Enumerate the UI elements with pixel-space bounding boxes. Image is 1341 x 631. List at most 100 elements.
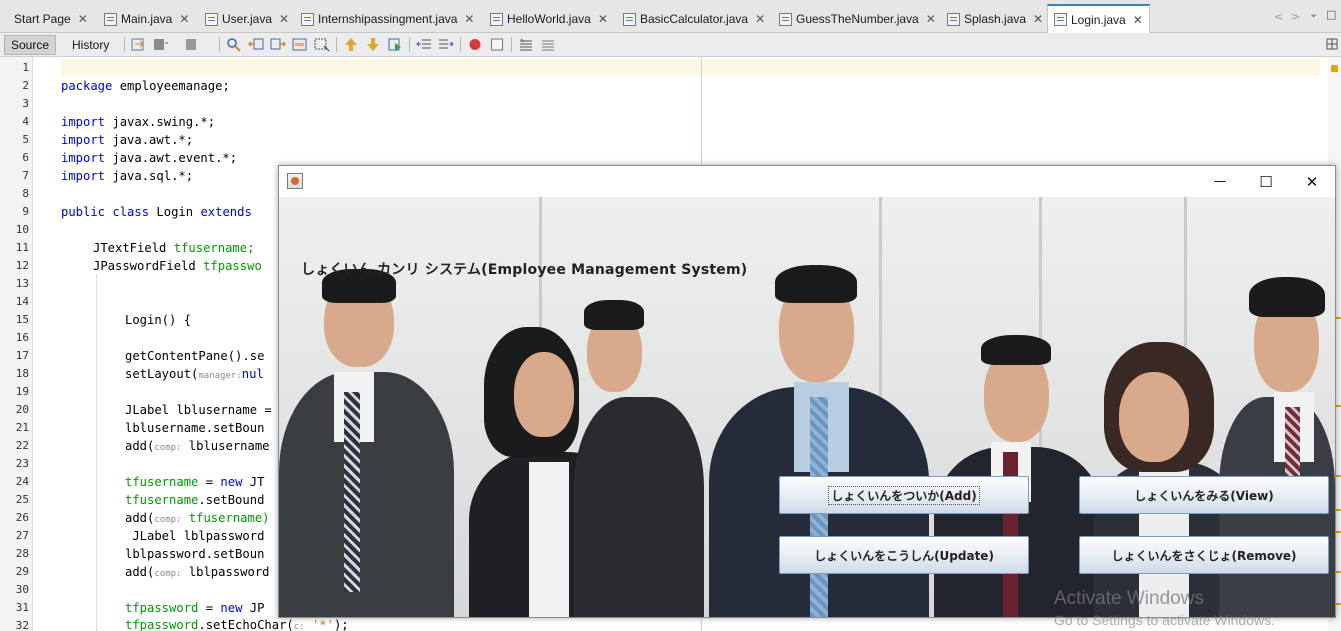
toolbar-separator (336, 37, 337, 52)
tab-basiccalculator-java[interactable]: BasicCalculator.java ✕ (617, 6, 771, 32)
tab-user-java[interactable]: User.java ✕ (199, 6, 295, 32)
close-button[interactable]: ✕ (1289, 166, 1335, 197)
tab-close-icon[interactable]: ✕ (598, 12, 608, 26)
parameter-hint: comp: (154, 443, 182, 453)
java-run-file-icon (947, 12, 960, 26)
tab-login-java[interactable]: Login.java ✕ (1047, 4, 1150, 33)
code-text: = (205, 601, 221, 615)
code-text: ); (333, 618, 349, 631)
code-line-12: JPasswordField tfpasswo (93, 259, 262, 273)
code-field: tfusername) (188, 511, 270, 525)
toolbar-separator (219, 37, 220, 52)
add-button-label: しょくいんをついか(Add) (828, 485, 980, 505)
code-keyword: nul (241, 367, 264, 381)
find-icon[interactable] (226, 37, 242, 52)
line-number: 27 (15, 529, 29, 542)
tab-start-page[interactable]: Start Page ✕ (8, 6, 94, 32)
code-field: tfusername; (173, 241, 255, 255)
window-title-bar[interactable]: — ☐ ✕ (279, 166, 1335, 197)
toolbar-separator (409, 37, 410, 52)
code-string: '*' (311, 618, 334, 631)
toggle-bookmark-icon[interactable] (387, 37, 403, 52)
tab-label: Login.java (1071, 12, 1126, 27)
java-file-icon (104, 12, 117, 26)
tab-close-icon[interactable]: ✕ (1033, 12, 1043, 26)
code-line-22: add(comp: lblusername (125, 439, 270, 453)
previous-bookmark-icon[interactable] (343, 37, 359, 52)
code-field: tfusername (125, 475, 199, 489)
line-number: 3 (22, 97, 29, 110)
toggle-rectangular-selection-icon[interactable] (314, 37, 330, 52)
next-bookmark-icon[interactable] (365, 37, 381, 52)
uncomment-icon[interactable] (540, 37, 556, 52)
shift-line-right-icon[interactable] (438, 37, 454, 52)
forward-icon[interactable] (185, 37, 201, 52)
activate-windows-hint: Go to Settings to activate Windows. (1054, 612, 1275, 628)
toolbar-separator (124, 37, 125, 52)
find-previous-icon[interactable] (248, 37, 264, 52)
scroll-tabs-right-icon[interactable]: > (1291, 10, 1300, 23)
tab-label: GuessTheNumber.java (796, 12, 919, 26)
scroll-tabs-left-icon[interactable]: < (1274, 10, 1283, 23)
minimize-button[interactable]: — (1197, 166, 1243, 197)
maximize-editor-icon[interactable]: □ (1326, 8, 1336, 21)
tab-list-dropdown-icon[interactable]: ⌄ (1309, 7, 1318, 20)
tab-close-icon[interactable]: ✕ (926, 12, 936, 26)
code-text: add( (125, 565, 155, 579)
code-field: tfusername (125, 493, 199, 507)
tab-guessthenumber-java[interactable]: GuessTheNumber.java ✕ (773, 6, 942, 32)
last-edit-icon[interactable] (131, 37, 147, 52)
tab-label: Splash.java (964, 12, 1027, 26)
editor-toolbar: Source History (0, 33, 1341, 57)
tab-main-java[interactable]: Main.java ✕ (98, 6, 195, 32)
line-number: 10 (15, 223, 29, 236)
stop-macro-recording-icon[interactable] (489, 37, 505, 52)
java-file-icon (205, 12, 218, 26)
code-keyword: extends (200, 205, 252, 219)
warning-marker[interactable] (1331, 65, 1338, 72)
maximize-button[interactable]: ☐ (1243, 166, 1289, 197)
line-number: 12 (15, 259, 29, 272)
view-employee-button[interactable]: しょくいんをみる(View) (1079, 476, 1329, 514)
employee-management-window[interactable]: — ☐ ✕ しょくいん カンリ システム(Employee Management… (278, 165, 1336, 618)
tab-close-icon[interactable]: ✕ (279, 12, 289, 26)
tab-splash-java[interactable]: Splash.java ✕ (941, 6, 1049, 32)
code-text: javax.swing.*; (112, 115, 216, 129)
code-text: lblpassword (188, 565, 270, 579)
parameter-hint: c: (293, 622, 305, 631)
line-number: 24 (15, 475, 29, 488)
code-text: employeemanage; (119, 79, 230, 93)
tab-close-icon[interactable]: ✕ (1133, 13, 1143, 27)
split-editor-icon[interactable] (1325, 37, 1341, 52)
code-text: java.awt.*; (112, 133, 194, 147)
code-line-5: import java.awt.*; (61, 133, 193, 147)
shift-line-left-icon[interactable] (416, 37, 432, 52)
code-text: lblusername (188, 439, 270, 453)
remove-employee-button[interactable]: しょくいんをさくじょ(Remove) (1079, 536, 1329, 574)
tab-close-icon[interactable]: ✕ (78, 12, 88, 26)
back-icon[interactable] (153, 37, 169, 52)
tab-close-icon[interactable]: ✕ (755, 12, 765, 26)
start-macro-recording-icon[interactable] (467, 37, 483, 52)
comment-icon[interactable] (518, 37, 534, 52)
history-tab[interactable]: History (66, 35, 115, 55)
code-keyword: class (112, 205, 150, 219)
add-employee-button[interactable]: しょくいんをついか(Add) (779, 476, 1029, 514)
tab-close-icon[interactable]: ✕ (464, 12, 474, 26)
toolbar-separator (460, 37, 461, 52)
tab-internshipassingment-java[interactable]: Internshipassingment.java ✕ (295, 6, 480, 32)
code-field: tfpasswo (203, 259, 262, 273)
code-text: Login (156, 205, 194, 219)
find-next-icon[interactable] (270, 37, 286, 52)
source-tab[interactable]: Source (4, 35, 57, 55)
tab-helloworld-java[interactable]: HelloWorld.java ✕ (484, 6, 614, 32)
update-employee-button[interactable]: しょくいんをこうしん(Update) (779, 536, 1029, 574)
line-number: 19 (15, 385, 29, 398)
editor-tab-bar: Start Page ✕ Main.java ✕ User.java ✕ Int… (0, 0, 1341, 33)
toggle-highlight-search-icon[interactable] (292, 37, 308, 52)
tab-close-icon[interactable]: ✕ (179, 12, 189, 26)
code-keyword: import (61, 151, 106, 165)
app-title-label: しょくいん カンリ システム(Employee Management Syste… (301, 262, 748, 278)
code-keyword: new (220, 601, 243, 615)
code-keyword: import (61, 169, 106, 183)
